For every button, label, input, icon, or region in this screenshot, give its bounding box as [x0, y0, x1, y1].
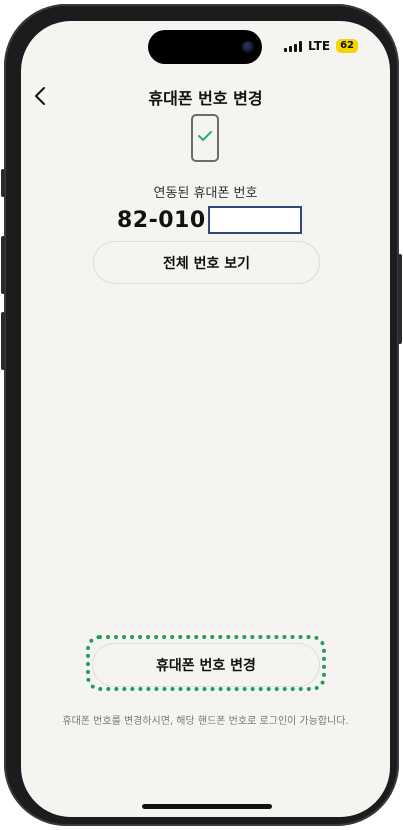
- power-button: [398, 254, 402, 344]
- number-prefix: 82-010: [117, 207, 206, 233]
- action-button: [1, 169, 5, 197]
- phone-frame: LTE 62 휴대폰 번호 변경 연동된 휴대폰 번호 82-010 전체 번호…: [1, 4, 402, 826]
- camera-icon: [242, 41, 254, 53]
- phone-check-icon: [191, 114, 219, 162]
- page-title: 휴대폰 번호 변경: [148, 89, 263, 108]
- check-icon: [198, 131, 212, 141]
- volume-down-button: [1, 312, 5, 370]
- change-number-button[interactable]: 휴대폰 번호 변경: [92, 643, 320, 687]
- status-bar: LTE 62: [284, 39, 358, 53]
- signal-icon: [284, 40, 303, 52]
- show-all-number-button[interactable]: 전체 번호 보기: [93, 241, 320, 284]
- notice-text: 휴대폰 번호를 변경하시면, 해당 핸드폰 번호로 로그인이 가능합니다.: [62, 716, 349, 727]
- linked-number: 82-010: [117, 205, 302, 235]
- header: 휴대폰 번호 변경: [21, 83, 390, 113]
- home-indicator[interactable]: [142, 804, 272, 809]
- linked-number-label: 연동된 휴대폰 번호: [153, 186, 258, 201]
- number-mask: [207, 206, 302, 234]
- network-type: LTE: [308, 39, 331, 53]
- screen: LTE 62 휴대폰 번호 변경 연동된 휴대폰 번호 82-010 전체 번호…: [21, 21, 390, 817]
- volume-up-button: [1, 236, 5, 294]
- battery-icon: 62: [336, 39, 358, 53]
